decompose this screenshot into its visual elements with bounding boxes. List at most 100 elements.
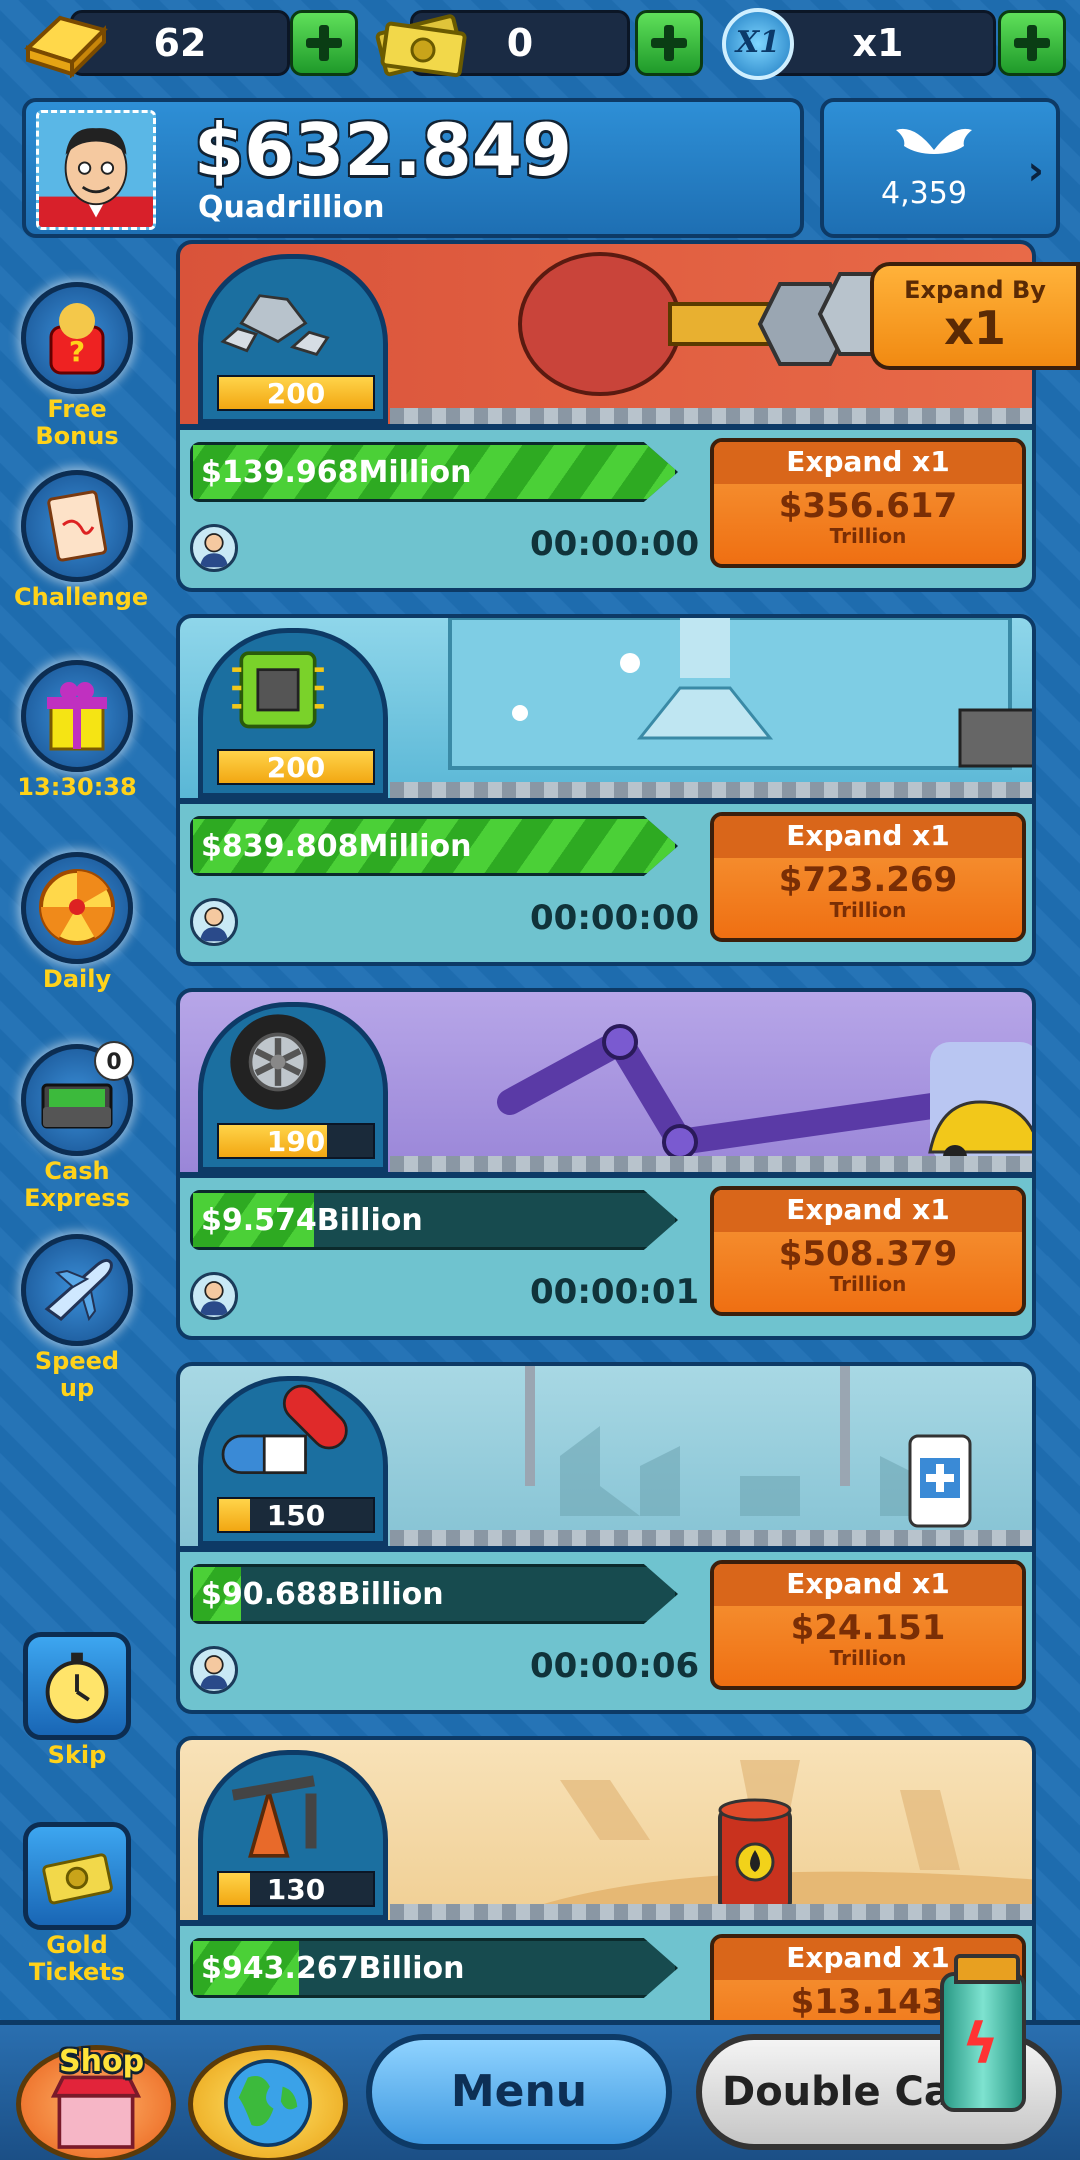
expand-cost: $723.269 bbox=[778, 860, 958, 900]
clipboard-icon bbox=[21, 470, 133, 582]
manager-avatar-icon[interactable] bbox=[190, 1646, 238, 1694]
product-level: 150 bbox=[217, 1497, 375, 1533]
expand-label: Expand x1 bbox=[714, 1564, 1022, 1606]
production-timer: 00:00:00 bbox=[530, 898, 700, 938]
chevron-right-icon: › bbox=[1027, 148, 1044, 194]
product-level: 200 bbox=[217, 749, 375, 785]
challenge-label: Challenge bbox=[14, 583, 149, 611]
expand-cost-unit: Trillion bbox=[829, 1646, 907, 1670]
income-progress-bar: $139.968Million bbox=[190, 442, 678, 502]
expand-button[interactable]: Expand x1 $356.617 Trillion bbox=[710, 438, 1026, 568]
expand-cost: $24.151 bbox=[790, 1608, 946, 1648]
free-bonus-icon: ? bbox=[21, 282, 133, 394]
manager-avatar-icon[interactable] bbox=[190, 1272, 238, 1320]
income-progress-bar: $90.688Billion bbox=[190, 1564, 678, 1624]
income-value: $839.808Million bbox=[201, 829, 472, 864]
free-bonus-button[interactable]: ? Free Bonus bbox=[14, 282, 140, 450]
investor-face-icon bbox=[39, 128, 153, 227]
income-value: $9.574Billion bbox=[201, 1203, 423, 1238]
wings-icon bbox=[896, 128, 972, 154]
conveyor-belt bbox=[390, 1904, 1032, 1920]
product-button[interactable]: 150 bbox=[198, 1376, 388, 1546]
free-bonus-label: Free Bonus bbox=[35, 395, 119, 450]
shop-label: Shop bbox=[59, 2044, 145, 2079]
income-value: $90.688Billion bbox=[201, 1577, 444, 1612]
multiplier-value: x1 bbox=[852, 21, 904, 65]
expand-label: Expand x1 bbox=[714, 442, 1022, 484]
expand-label: Expand x1 bbox=[714, 1190, 1022, 1232]
expand-button[interactable]: Expand x1 $723.269 Trillion bbox=[710, 812, 1026, 942]
gold-bar-icon bbox=[24, 15, 108, 78]
conveyor-belt bbox=[390, 408, 1032, 424]
cash-briefcase-icon: 0 bbox=[21, 1041, 134, 1156]
cash-ticket-icon bbox=[375, 14, 467, 78]
daily-label: Daily bbox=[42, 965, 112, 993]
tire-icon bbox=[230, 1014, 326, 1110]
gift-timer-label: 13:30:38 bbox=[17, 773, 137, 801]
globe-icon bbox=[224, 2059, 312, 2148]
metal-rock-icon bbox=[220, 294, 330, 356]
level-value: 130 bbox=[266, 1873, 326, 1906]
income-value: $139.968Million bbox=[201, 455, 472, 490]
gold-tickets-label: Gold Tickets bbox=[28, 1931, 126, 1986]
expand-cost: $356.617 bbox=[778, 486, 958, 526]
expand-by-toggle[interactable]: Expand By x1 bbox=[870, 262, 1080, 370]
oil-pump-icon bbox=[231, 1775, 317, 1858]
microchip-icon bbox=[232, 651, 324, 729]
shop-button[interactable]: Shop bbox=[16, 2044, 176, 2160]
stopwatch-icon bbox=[23, 1632, 131, 1740]
cash-express-button[interactable]: 0 Cash Express bbox=[14, 1041, 140, 1212]
production-controls: $9.574Billion 00:00:01 Expand x1 $508.37… bbox=[176, 1174, 1036, 1340]
expand-cost: $508.379 bbox=[778, 1234, 958, 1274]
world-button[interactable] bbox=[188, 2045, 348, 2160]
expand-button[interactable]: Expand x1 $508.379 Trillion bbox=[710, 1186, 1026, 1316]
cash-express-badge: 0 bbox=[94, 1041, 134, 1081]
production-timer: 00:00:01 bbox=[530, 1272, 700, 1312]
angel-investors-panel[interactable]: 4,359 › bbox=[820, 98, 1060, 238]
total-cash: $632.849 bbox=[194, 108, 573, 192]
daily-button[interactable]: Daily bbox=[14, 852, 140, 993]
expand-button[interactable]: Expand x1 $24.151 Trillion bbox=[710, 1560, 1026, 1690]
expand-by-label: Expand By bbox=[904, 276, 1046, 304]
skip-button[interactable]: Skip bbox=[14, 1632, 140, 1769]
product-button[interactable]: 200 bbox=[198, 628, 388, 798]
product-button[interactable]: 130 bbox=[198, 1750, 388, 1920]
total-cash-unit: Quadrillion bbox=[198, 190, 385, 225]
conveyor-belt bbox=[390, 1156, 1032, 1172]
cash-header: $632.849 Quadrillion bbox=[22, 98, 804, 238]
level-value: 200 bbox=[266, 377, 326, 410]
product-button[interactable]: 200 bbox=[198, 254, 388, 424]
player-avatar[interactable] bbox=[36, 110, 156, 230]
gift-button[interactable]: 13:30:38 bbox=[14, 660, 140, 801]
airplane-icon bbox=[21, 1234, 133, 1346]
svg-text:?: ? bbox=[69, 335, 85, 368]
expand-cost-unit: Trillion bbox=[829, 524, 907, 548]
gold-tickets-button[interactable]: Gold Tickets bbox=[14, 1822, 140, 1986]
conveyor-belt bbox=[390, 782, 1032, 798]
expand-by-value: x1 bbox=[944, 301, 1006, 355]
gold-ticket-icon bbox=[23, 1822, 131, 1930]
production-row: 200 $839.808Million 00:00:00 Expand x1 $… bbox=[176, 614, 1036, 966]
income-progress-bar: $839.808Million bbox=[190, 816, 678, 876]
conveyor-belt bbox=[390, 1530, 1032, 1546]
add-cash-ticket-button[interactable] bbox=[635, 10, 703, 76]
multiplier-icon: X1 bbox=[722, 8, 794, 80]
production-timer: 00:00:06 bbox=[530, 1646, 700, 1686]
manager-avatar-icon[interactable] bbox=[190, 524, 238, 572]
add-gold-button[interactable] bbox=[290, 10, 358, 76]
expand-cost-unit: Trillion bbox=[829, 1272, 907, 1296]
speed-up-button[interactable]: Speed up bbox=[14, 1234, 140, 1402]
product-level: 130 bbox=[217, 1871, 375, 1907]
challenge-button[interactable]: Challenge bbox=[14, 470, 149, 611]
expand-cost-unit: Trillion bbox=[829, 898, 907, 922]
add-multiplier-button[interactable] bbox=[998, 10, 1066, 76]
product-button[interactable]: 190 bbox=[198, 1002, 388, 1172]
menu-button[interactable]: Menu bbox=[366, 2034, 672, 2150]
production-timer: 00:00:00 bbox=[530, 524, 700, 564]
angel-count: 4,359 bbox=[881, 176, 967, 211]
skip-label: Skip bbox=[47, 1741, 107, 1769]
factory-scene: 130 bbox=[176, 1736, 1036, 1924]
product-level: 190 bbox=[217, 1123, 375, 1159]
currency-bar: 62 0 x1 X1 bbox=[0, 0, 1080, 90]
manager-avatar-icon[interactable] bbox=[190, 898, 238, 946]
